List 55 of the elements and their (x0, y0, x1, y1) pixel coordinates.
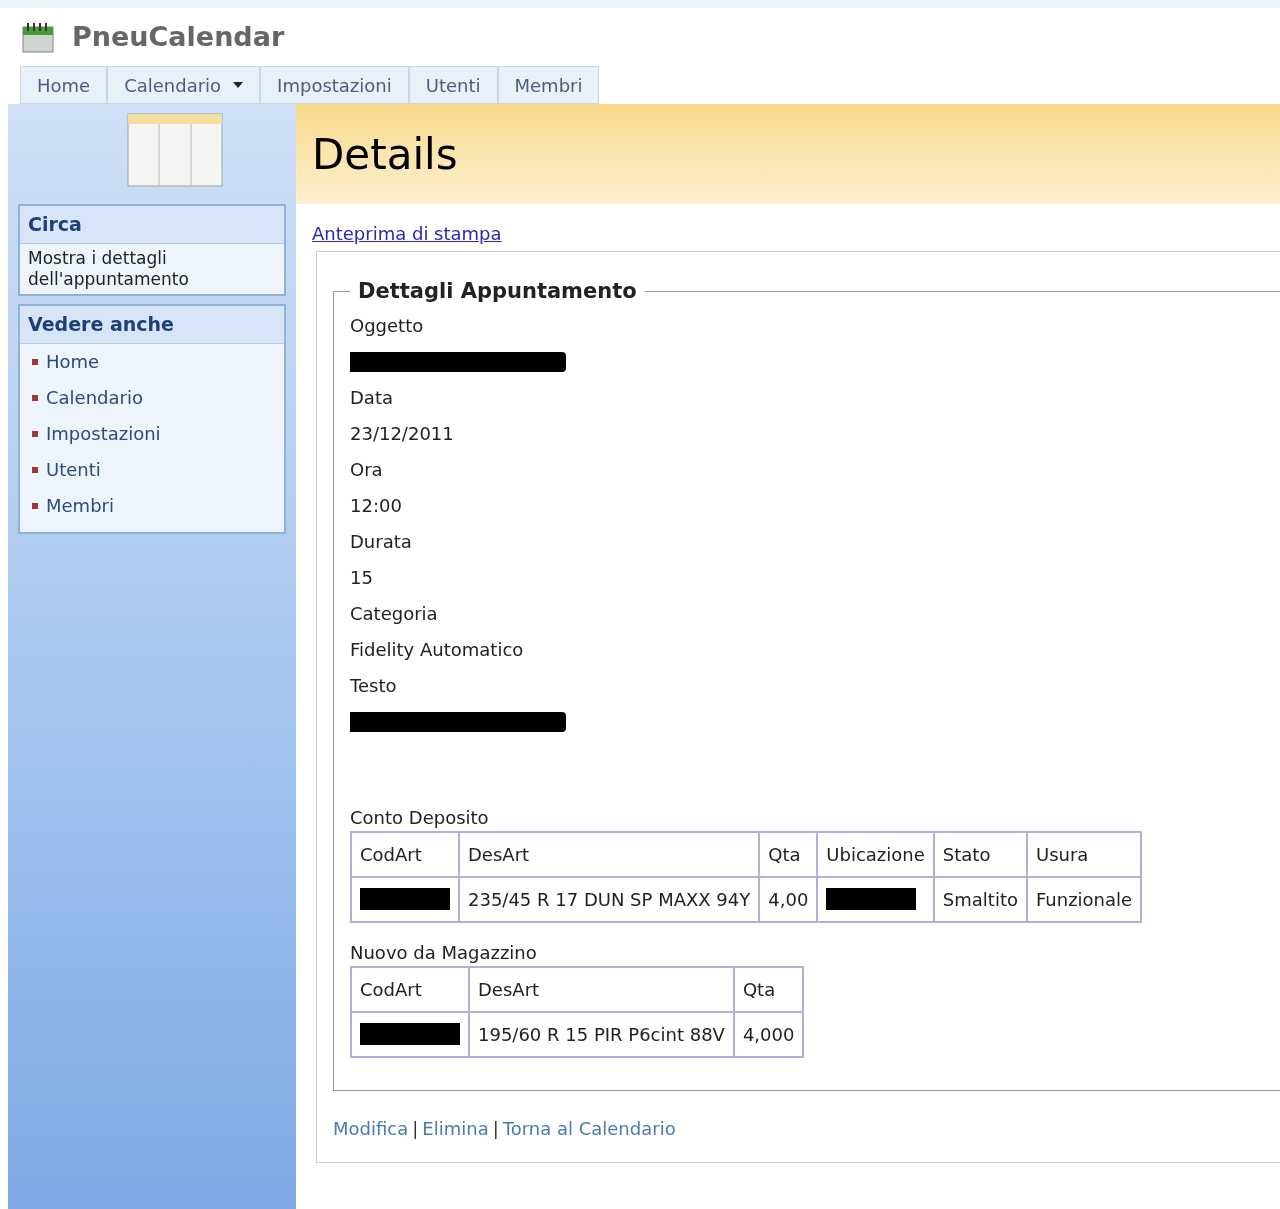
table-cell: 235/45 R 17 DUN SP MAXX 94Y (468, 888, 751, 910)
sidebar-link[interactable]: Calendario (46, 384, 143, 411)
sidebar-link[interactable]: Impostazioni (46, 420, 161, 447)
nav-tab[interactable]: Calendario (107, 66, 261, 104)
field-label: Durata (350, 530, 413, 554)
column-header: Qta (742, 978, 776, 1000)
table-cell: 4,000 (742, 1023, 795, 1045)
column-header: Qta (768, 843, 801, 865)
bullet-icon (32, 430, 38, 437)
table-cell: Funzionale (1035, 888, 1133, 910)
table-cell: 4,00 (768, 888, 809, 910)
column-header: CodArt (360, 843, 422, 865)
field-label: Oggetto (350, 314, 425, 338)
nav-tab[interactable]: Utenti (408, 66, 498, 104)
table-caption: Conto Deposito (350, 805, 489, 830)
panel-text: Mostra i dettagli dell'appuntamento (27, 246, 190, 291)
action-link[interactable]: Torna al Calendario (502, 1114, 676, 1142)
fieldset-legend: Dettagli Appuntamento (350, 276, 645, 308)
field-label: Ora (350, 458, 384, 482)
column-header: Ubicazione (826, 843, 925, 865)
bullet-icon (32, 358, 38, 365)
app-title: PneuCalendar (72, 19, 285, 54)
column-header: DesArt (478, 978, 540, 1000)
table-cell: Smaltito (942, 888, 1018, 910)
separator: | (492, 1116, 499, 1141)
column-header: CodArt (360, 978, 422, 1000)
column-header: Usura (1035, 843, 1089, 865)
panel-title: Vedere anche (20, 306, 284, 344)
field-label: Data (350, 386, 394, 410)
nav-tab[interactable]: Home (20, 66, 108, 104)
table-caption: Nuovo da Magazzino (350, 940, 537, 965)
action-link[interactable]: Elimina (422, 1114, 489, 1142)
action-link[interactable]: Modifica (333, 1114, 409, 1142)
page-title: Details (312, 128, 458, 181)
caret-icon (233, 82, 244, 88)
table-cell: 195/60 R 15 PIR P6cint 88V (478, 1023, 725, 1045)
nav-tab[interactable]: Membri (497, 66, 600, 104)
field-value: Fidelity Automatico (350, 638, 525, 662)
nav-tab[interactable]: Impostazioni (260, 66, 409, 104)
separator: | (412, 1116, 419, 1141)
field-label: Categoria (350, 602, 439, 626)
sidebar-link[interactable]: Membri (46, 492, 114, 519)
field-value: 12:00 (350, 494, 403, 518)
field-value: 15 (350, 566, 374, 590)
column-header: DesArt (468, 843, 530, 865)
field-label: Testo (350, 674, 398, 698)
panel-title: Circa (20, 206, 284, 244)
bullet-icon (32, 394, 38, 401)
bullet-icon (32, 466, 38, 473)
sidebar-link[interactable]: Home (46, 348, 100, 375)
bullet-icon (32, 502, 38, 509)
column-header: Stato (942, 843, 991, 865)
field-value: 23/12/2011 (350, 422, 455, 446)
print-preview-link[interactable]: Anteprima di stampa (312, 223, 502, 244)
sidebar-link[interactable]: Utenti (46, 456, 101, 483)
